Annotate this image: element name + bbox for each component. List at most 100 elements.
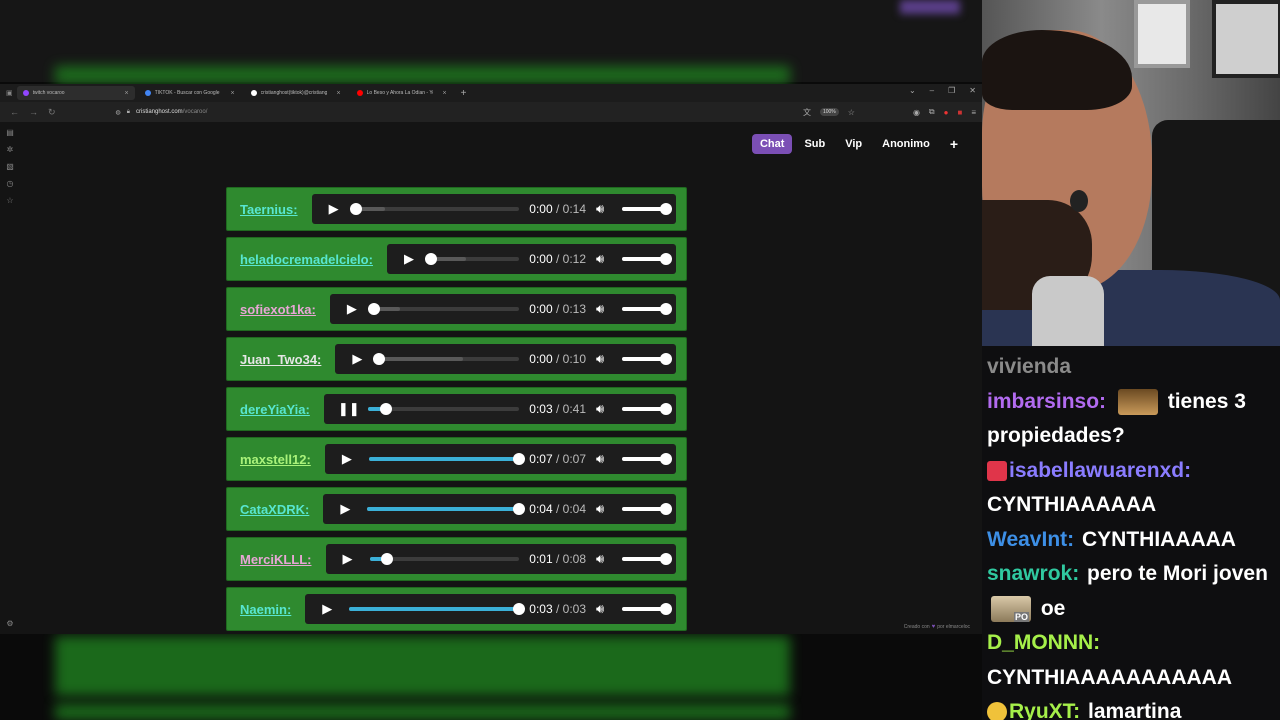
- close-tab-icon[interactable]: ×: [443, 90, 447, 97]
- chat-username[interactable]: RyuXT:: [1009, 700, 1080, 720]
- volume-icon[interactable]: 🔊︎: [596, 351, 614, 367]
- volume-handle[interactable]: [660, 203, 672, 215]
- nav-anonimo[interactable]: Anonimo: [874, 134, 938, 154]
- audio-username[interactable]: maxstell12:: [240, 452, 311, 467]
- volume-slider[interactable]: [622, 353, 672, 365]
- audio-seek-handle[interactable]: [349, 203, 362, 215]
- new-tab-button[interactable]: +: [461, 88, 467, 99]
- audio-username[interactable]: Juan_Two34:: [240, 352, 321, 367]
- puzzle-icon[interactable]: ⧉: [929, 107, 935, 117]
- add-button[interactable]: +: [942, 136, 966, 152]
- audio-username[interactable]: CataXDRK:: [240, 502, 309, 517]
- volume-icon[interactable]: 🔊︎: [596, 251, 614, 267]
- browser-tab[interactable]: twitch vocaroo ×: [16, 86, 135, 100]
- audio-progress-bar[interactable]: [424, 253, 520, 265]
- back-icon[interactable]: ←: [10, 107, 19, 117]
- close-tab-icon[interactable]: ×: [125, 90, 129, 97]
- audio-progress-bar[interactable]: [349, 603, 526, 615]
- volume-icon[interactable]: 🔊︎: [596, 451, 614, 467]
- audio-seek-handle[interactable]: [380, 403, 393, 415]
- audio-seek-handle[interactable]: [367, 303, 380, 315]
- volume-handle[interactable]: [660, 353, 672, 365]
- audio-seek-handle[interactable]: [513, 603, 526, 615]
- close-window-button[interactable]: ✕: [969, 86, 976, 95]
- audio-username[interactable]: sofiexot1ka:: [240, 302, 316, 317]
- play-icon[interactable]: ▶: [337, 501, 353, 517]
- url-field[interactable]: ◍ 🔒︎ cristianghost.com/vocaroo/: [116, 109, 208, 116]
- extension-icon-2[interactable]: ■: [957, 108, 962, 117]
- play-icon[interactable]: ▶: [340, 551, 356, 567]
- volume-handle[interactable]: [660, 503, 672, 515]
- audio-progress-bar[interactable]: [349, 203, 520, 215]
- close-tab-icon[interactable]: ×: [231, 90, 235, 97]
- translate-icon[interactable]: 文: [803, 107, 811, 118]
- volume-handle[interactable]: [660, 553, 672, 565]
- volume-slider[interactable]: [622, 303, 672, 315]
- volume-slider[interactable]: [622, 603, 672, 615]
- volume-slider[interactable]: [622, 453, 672, 465]
- credit-suffix[interactable]: por elmarceloc: [937, 624, 970, 630]
- audio-progress-bar[interactable]: [368, 453, 526, 465]
- audio-progress-bar[interactable]: [367, 303, 520, 315]
- minimize-button[interactable]: –: [930, 86, 934, 95]
- volume-slider[interactable]: [622, 503, 672, 515]
- audio-username[interactable]: Taernius:: [240, 202, 298, 217]
- nav-vip[interactable]: Vip: [837, 134, 870, 154]
- browser-tab[interactable]: TIKTOK - Buscar con Google ×: [139, 86, 241, 100]
- audio-progress-bar[interactable]: [367, 403, 520, 415]
- volume-slider[interactable]: [622, 203, 672, 215]
- record-icon[interactable]: ●: [944, 108, 949, 117]
- audio-seek-handle[interactable]: [513, 503, 526, 515]
- volume-icon[interactable]: 🔊︎: [596, 401, 614, 417]
- volume-slider[interactable]: [622, 553, 672, 565]
- close-tab-icon[interactable]: ×: [337, 90, 341, 97]
- tab-menu-icon[interactable]: ▣: [6, 89, 13, 97]
- settings-icon[interactable]: ⚙: [6, 619, 13, 628]
- volume-handle[interactable]: [660, 303, 672, 315]
- play-icon[interactable]: ▶: [319, 601, 335, 617]
- play-icon[interactable]: ▶: [326, 201, 342, 217]
- sidebar-icon[interactable]: ▤: [6, 128, 14, 137]
- volume-slider[interactable]: [622, 403, 672, 415]
- volume-handle[interactable]: [660, 253, 672, 265]
- pause-icon[interactable]: ❚❚: [338, 401, 360, 417]
- play-icon[interactable]: ▶: [339, 451, 355, 467]
- audio-seek-handle[interactable]: [373, 353, 386, 365]
- audio-username[interactable]: heladocremadelcielo:: [240, 252, 373, 267]
- audio-seek-handle[interactable]: [424, 253, 437, 265]
- volume-slider[interactable]: [622, 253, 672, 265]
- audio-seek-handle[interactable]: [381, 553, 394, 565]
- chat-username[interactable]: snawrok:: [987, 562, 1079, 585]
- play-icon[interactable]: ▶: [344, 301, 360, 317]
- volume-icon[interactable]: 🔊︎: [596, 301, 614, 317]
- play-icon[interactable]: ▶: [401, 251, 417, 267]
- chat-username[interactable]: D_MONNN:: [987, 631, 1100, 654]
- nav-sub[interactable]: Sub: [796, 134, 833, 154]
- volume-icon[interactable]: 🔊︎: [596, 551, 614, 567]
- audio-progress-bar[interactable]: [369, 553, 520, 565]
- volume-handle[interactable]: [660, 403, 672, 415]
- maximize-button[interactable]: ❐: [948, 86, 955, 95]
- audio-progress-bar[interactable]: [373, 353, 520, 365]
- volume-icon[interactable]: 🔊︎: [596, 601, 614, 617]
- tab-list-icon[interactable]: ⌄: [909, 86, 916, 95]
- forward-icon[interactable]: →: [29, 107, 38, 117]
- bookmarks-sidebar-icon[interactable]: ▧: [6, 162, 14, 171]
- audio-username[interactable]: Naemin:: [240, 602, 291, 617]
- star-sidebar-icon[interactable]: ☆: [6, 196, 13, 205]
- volume-handle[interactable]: [660, 603, 672, 615]
- history-icon[interactable]: ◷: [7, 179, 14, 188]
- volume-handle[interactable]: [660, 453, 672, 465]
- play-icon[interactable]: ▶: [349, 351, 365, 367]
- bookmark-star-icon[interactable]: ☆: [848, 108, 855, 117]
- audio-progress-bar[interactable]: [367, 503, 526, 515]
- reload-icon[interactable]: ↻: [48, 107, 56, 118]
- chat-username[interactable]: WeavInt:: [987, 528, 1074, 551]
- audio-seek-handle[interactable]: [513, 453, 526, 465]
- chat-username[interactable]: imbarsinso:: [987, 390, 1106, 413]
- extension-icon[interactable]: ◉: [913, 108, 920, 117]
- nav-chat[interactable]: Chat: [751, 134, 793, 154]
- zoom-level[interactable]: 100%: [819, 108, 839, 116]
- menu-icon[interactable]: ≡: [971, 108, 976, 117]
- audio-username[interactable]: MerciKLLL:: [240, 552, 312, 567]
